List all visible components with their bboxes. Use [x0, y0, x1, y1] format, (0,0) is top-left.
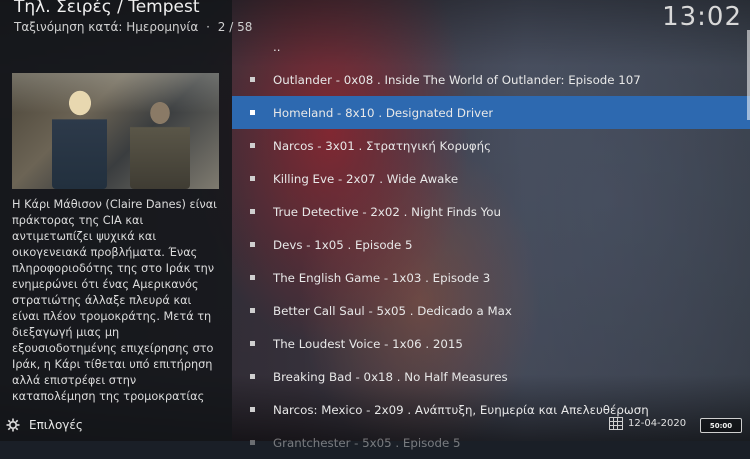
list-item[interactable]: Killing Eve - 2x07 . Wide Awake — [232, 162, 750, 195]
date-info: 12-04-2020 — [609, 417, 686, 430]
list-item[interactable]: Grantchester - 5x05 . Episode 5 — [232, 426, 750, 459]
list-item-label: Homeland - 8x10 . Designated Driver — [273, 105, 494, 120]
options-button[interactable]: Επιλογές — [6, 418, 83, 432]
page-title: Τηλ. Σειρές / Tempest — [14, 0, 200, 17]
bullet-icon — [250, 374, 255, 379]
bullet-icon — [250, 143, 255, 148]
list-item-label: Outlander - 0x08 . Inside The World of O… — [273, 72, 641, 87]
list-item-label: True Detective - 2x02 . Night Finds You — [273, 204, 502, 219]
list-item-label: Breaking Bad - 0x18 . No Half Measures — [273, 369, 508, 384]
episode-list[interactable]: .. Outlander - 0x08 . Inside The World of… — [232, 30, 750, 459]
bullet-icon — [250, 209, 255, 214]
bullet-icon — [250, 308, 255, 313]
list-item[interactable]: Breaking Bad - 0x18 . No Half Measures — [232, 360, 750, 393]
thumbnail-figure-man — [130, 93, 190, 189]
list-item[interactable]: True Detective - 2x02 . Night Finds You — [232, 195, 750, 228]
bullet-icon — [250, 407, 255, 412]
gear-icon — [6, 418, 20, 432]
list-item-label: The Loudest Voice - 1x06 . 2015 — [273, 336, 463, 351]
duration-badge: 50:00 — [700, 418, 742, 433]
bullet-icon — [250, 275, 255, 280]
sort-label: Ταξινόμηση κατά: Ημερομηνία — [14, 20, 199, 34]
bullet-icon — [250, 176, 255, 181]
separator: · — [206, 20, 210, 34]
list-item[interactable]: Devs - 1x05 . Episode 5 — [232, 228, 750, 261]
episode-thumbnail — [12, 73, 219, 189]
list-item-label: Killing Eve - 2x07 . Wide Awake — [273, 171, 459, 186]
list-item-label: Better Call Saul - 5x05 . Dedicado a Max — [273, 303, 512, 318]
list-item-label: Devs - 1x05 . Episode 5 — [273, 237, 413, 252]
bullet-icon — [250, 341, 255, 346]
calendar-icon — [609, 417, 623, 430]
list-item-parent[interactable]: .. — [232, 30, 750, 63]
list-item[interactable]: Narcos - 3x01 . Στρατηγική Κορυφής — [232, 129, 750, 162]
list-item-label: Narcos - 3x01 . Στρατηγική Κορυφής — [273, 138, 492, 153]
list-item[interactable]: Homeland - 8x10 . Designated Driver — [232, 96, 750, 129]
bullet-icon — [250, 77, 255, 82]
clock: 13:02 — [662, 2, 742, 32]
sort-info: Ταξινόμηση κατά: Ημερομηνία · 2 / 58 — [14, 20, 252, 34]
list-item-label: Grantchester - 5x05 . Episode 5 — [273, 435, 461, 450]
bullet-icon — [250, 242, 255, 247]
plot-description: Η Κάρι Μάθισον (Claire Danes) είναι πράκ… — [12, 198, 217, 403]
list-item[interactable]: The Loudest Voice - 1x06 . 2015 — [232, 327, 750, 360]
list-item-label: The English Game - 1x03 . Episode 3 — [273, 270, 491, 285]
list-item[interactable]: Better Call Saul - 5x05 . Dedicado a Max — [232, 294, 750, 327]
list-item-label: Narcos: Mexico - 2x09 . Ανάπτυξη, Ευημερ… — [273, 402, 649, 417]
aired-date: 12-04-2020 — [628, 418, 687, 429]
options-label: Επιλογές — [29, 418, 83, 432]
list-item-label: .. — [273, 39, 281, 54]
bullet-icon — [250, 110, 255, 115]
list-item[interactable]: Outlander - 0x08 . Inside The World of O… — [232, 63, 750, 96]
list-item[interactable]: The English Game - 1x03 . Episode 3 — [232, 261, 750, 294]
thumbnail-figure-woman — [52, 81, 107, 189]
